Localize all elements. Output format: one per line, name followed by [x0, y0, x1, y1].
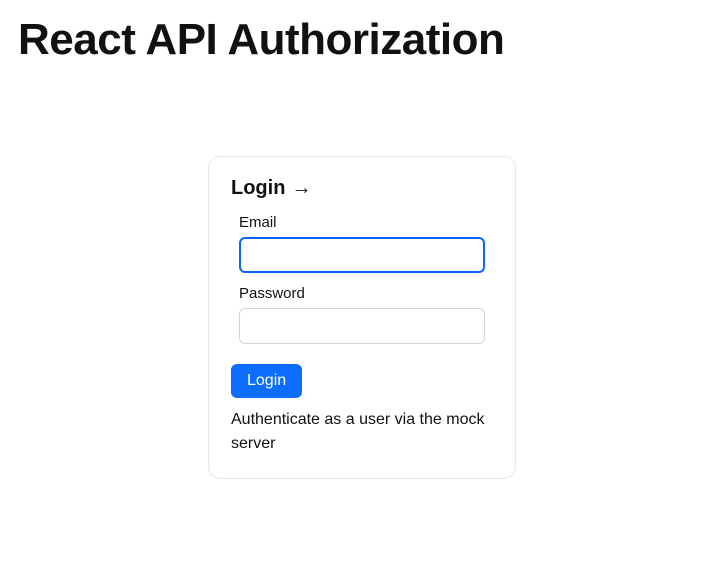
page-title: React API Authorization — [18, 16, 728, 64]
card-title: Login → — [231, 177, 493, 200]
card-title-text: Login — [231, 177, 285, 200]
email-field[interactable] — [239, 237, 485, 273]
password-row: Password — [239, 285, 485, 344]
password-label: Password — [239, 285, 485, 302]
arrow-right-icon: → — [291, 177, 311, 200]
login-card: Login → Email Password Login Authenticat… — [208, 156, 516, 479]
password-field[interactable] — [239, 308, 485, 344]
login-button[interactable]: Login — [231, 364, 302, 398]
email-row: Email — [239, 214, 485, 273]
email-label: Email — [239, 214, 485, 231]
card-caption: Authenticate as a user via the mock serv… — [231, 408, 493, 456]
